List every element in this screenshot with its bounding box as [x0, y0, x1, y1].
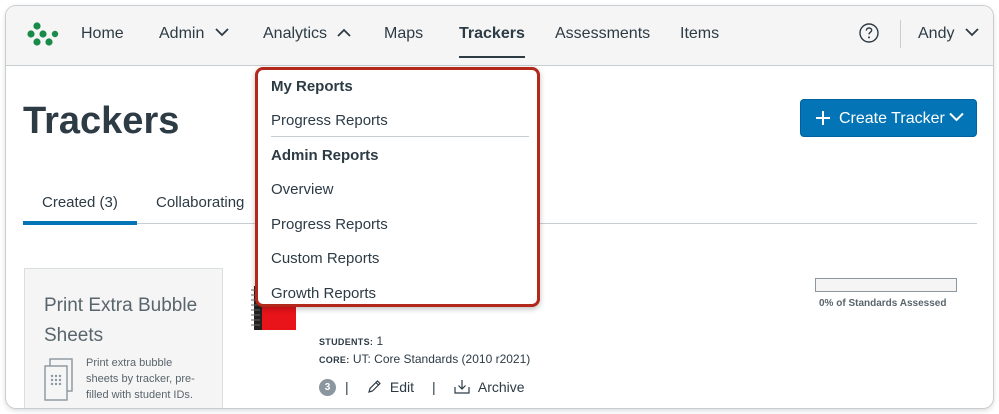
students-label: STUDENTS: [319, 337, 374, 347]
help-circle-icon[interactable] [859, 23, 879, 43]
create-tracker-button[interactable]: Create Tracker [800, 99, 977, 137]
nav-items[interactable]: Items [680, 6, 719, 65]
user-name: Andy [918, 25, 955, 42]
nav-maps[interactable]: Maps [384, 6, 423, 65]
action-separator: | [432, 379, 436, 395]
chevron-down-icon [965, 28, 979, 37]
nav-maps-label: Maps [384, 25, 424, 42]
tracker-core: CORE: UT: Core Standards (2010 r2021) [319, 352, 530, 366]
chevron-down-icon [949, 112, 964, 122]
core-label: CORE: [319, 355, 350, 365]
nav-trackers-label: Trackers [459, 25, 525, 42]
create-tracker-label: Create Tracker [839, 110, 945, 127]
tracker-count-badge: 3 [319, 379, 336, 396]
tab-collaborating[interactable]: Collaborating [156, 194, 244, 211]
tracker-students: STUDENTS: 1 [319, 334, 383, 348]
archive-download-icon [454, 380, 470, 394]
brand-logo[interactable] [25, 22, 61, 46]
students-value: 1 [376, 334, 384, 348]
edit-button[interactable]: Edit [367, 379, 414, 395]
action-separator: | [345, 379, 349, 395]
edit-label: Edit [389, 379, 415, 395]
standards-progress-label: 0% of Standards Assessed [819, 298, 947, 309]
active-nav-underline [459, 56, 525, 58]
chevron-up-icon [337, 28, 352, 37]
nav-assessments[interactable]: Assessments [555, 6, 650, 65]
archive-label: Archive [477, 379, 525, 395]
menu-divider [271, 136, 529, 137]
archive-button[interactable]: Archive [454, 379, 525, 395]
nav-trackers[interactable]: Trackers [459, 6, 525, 65]
page-title: Trackers [23, 100, 180, 142]
nav-assessments-label: Assessments [555, 25, 651, 42]
active-tab-indicator [23, 221, 137, 225]
menu-overview[interactable]: Overview [271, 181, 334, 198]
nav-home-label: Home [81, 25, 124, 42]
core-value: UT: Core Standards (2010 r2021) [352, 352, 531, 366]
menu-custom-reports[interactable]: Custom Reports [271, 250, 379, 267]
app-window: Home Admin Analytics Maps Trackers Asses… [6, 6, 993, 408]
my-reports-heading: My Reports [271, 78, 353, 95]
nav-admin-label: Admin [159, 25, 205, 42]
menu-my-progress-reports[interactable]: Progress Reports [271, 112, 388, 129]
standards-progress-bar [815, 278, 957, 292]
nav-items-label: Items [680, 25, 720, 42]
pencil-icon [368, 380, 381, 393]
nav-analytics[interactable]: Analytics [263, 6, 352, 65]
bubble-sheet-icon [44, 358, 73, 401]
nav-home[interactable]: Home [81, 6, 124, 65]
plus-icon [816, 111, 830, 125]
menu-growth-reports[interactable]: Growth Reports [271, 285, 376, 302]
print-bubble-sheets-card[interactable]: Print Extra Bubble Sheets Print extra bu… [24, 268, 223, 408]
menu-admin-progress-reports[interactable]: Progress Reports [271, 216, 388, 233]
analytics-dropdown-menu: My Reports Progress Reports Admin Report… [255, 67, 540, 307]
top-navigation: Home Admin Analytics Maps Trackers Asses… [6, 6, 993, 66]
user-menu[interactable]: Andy [918, 6, 979, 65]
print-card-description: Print extra bubble sheets by tracker, pr… [86, 357, 195, 401]
nav-analytics-label: Analytics [263, 25, 328, 42]
nav-admin[interactable]: Admin [159, 6, 229, 65]
nav-divider [900, 20, 901, 48]
chevron-down-icon [215, 28, 229, 37]
print-card-title: Print Extra Bubble Sheets [44, 295, 198, 346]
admin-reports-heading: Admin Reports [271, 147, 379, 164]
tab-created[interactable]: Created (3) [42, 194, 118, 211]
